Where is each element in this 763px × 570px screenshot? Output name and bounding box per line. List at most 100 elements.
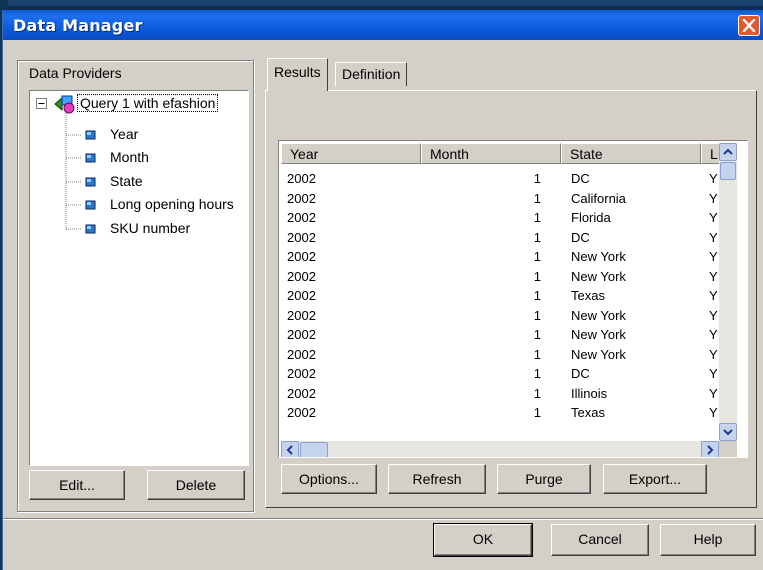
vertical-scroll-thumb[interactable] [720, 162, 736, 180]
table-cell: DC [571, 229, 590, 245]
tree-item-month[interactable]: Month [110, 149, 149, 165]
delete-button-label: Delete [175, 477, 217, 493]
table-cell: 1 [533, 190, 541, 206]
export-button[interactable]: Export... [603, 464, 707, 494]
scroll-left-button[interactable] [281, 441, 299, 457]
table-cell: Y [709, 268, 718, 284]
table-cell: Florida [571, 210, 611, 225]
column-header-month[interactable]: Month [421, 143, 561, 164]
table-cell: New York [571, 249, 626, 264]
table-cell: Y [709, 288, 718, 303]
ok-button[interactable]: OK [433, 523, 533, 557]
table-row[interactable]: 2002 1 Texas Y [279, 405, 719, 424]
scroll-up-button[interactable] [719, 143, 737, 161]
tree-item-year[interactable]: Year [110, 126, 138, 142]
delete-button[interactable]: Delete [147, 470, 245, 500]
column-header-year[interactable]: Year [281, 143, 421, 164]
help-button[interactable]: Help [660, 524, 756, 556]
dimension-icon [85, 130, 96, 140]
table-cell: 2002 [287, 346, 316, 362]
column-header-month-label: Month [430, 146, 469, 162]
tree-item-sku-number[interactable]: SKU number [110, 220, 190, 236]
dimension-icon [85, 200, 96, 210]
table-row[interactable]: 2002 1 New York Y [279, 347, 719, 366]
table-cell: 1 [533, 210, 541, 225]
table-cell: Y [709, 366, 718, 381]
scroll-right-button[interactable] [701, 441, 719, 457]
table-cell: Texas [571, 405, 605, 420]
providers-tree[interactable]: Query 1 with efashion Year Month State L… [29, 90, 249, 466]
tree-item-state[interactable]: State [110, 173, 143, 189]
table-cell: 2002 [287, 405, 316, 420]
dimension-icon [85, 177, 96, 187]
table-row[interactable]: 2002 1 California Y [279, 191, 719, 210]
table-cell: Y [709, 210, 718, 225]
table-cell: New York [571, 346, 626, 362]
query-node-label: Query 1 with efashion [77, 94, 219, 112]
table-cell: 2002 [287, 249, 316, 264]
column-header-state[interactable]: State [561, 143, 701, 164]
table-cell: 2002 [287, 288, 316, 303]
table-cell: 1 [533, 249, 541, 264]
options-button[interactable]: Options... [281, 464, 377, 494]
dimension-icon [85, 224, 96, 234]
tab-results[interactable]: Results [267, 58, 328, 91]
table-cell: 2002 [287, 366, 316, 381]
tab-definition[interactable]: Definition [335, 62, 408, 86]
table-cell: 1 [533, 327, 541, 342]
desktop-top-edge [0, 0, 763, 6]
vertical-scrollbar[interactable] [719, 143, 737, 441]
table-row[interactable]: 2002 1 Florida Y [279, 210, 719, 229]
table-cell: 1 [533, 366, 541, 381]
arrow-down-icon [723, 429, 733, 436]
window-title: Data Manager [13, 16, 143, 35]
table-cell: 2002 [287, 171, 316, 186]
scroll-down-button[interactable] [719, 423, 737, 441]
ok-button-label: OK [472, 531, 494, 547]
table-cell: 2002 [287, 229, 316, 245]
table-cell: Y [709, 307, 718, 323]
table-cell: New York [571, 307, 626, 323]
table-cell: New York [571, 268, 626, 284]
table-cell: 1 [533, 405, 541, 420]
query-universe-icon [54, 95, 75, 114]
table-row[interactable]: 2002 1 DC Y [279, 366, 719, 385]
table-row[interactable]: 2002 1 New York Y [279, 308, 719, 327]
close-button[interactable] [738, 15, 760, 36]
table-cell: 2002 [287, 268, 316, 284]
table-cell: DC [571, 171, 590, 186]
tab-definition-label: Definition [342, 66, 401, 82]
close-icon [742, 19, 756, 32]
table-row[interactable]: 2002 1 New York Y [279, 327, 719, 346]
table-cell: 2002 [287, 210, 316, 225]
table-row[interactable]: 2002 1 Texas Y [279, 288, 719, 307]
table-row[interactable]: 2002 1 DC Y [279, 171, 719, 190]
table-row[interactable]: 2002 1 DC Y [279, 230, 719, 249]
help-button-label: Help [693, 531, 723, 547]
title-bar[interactable]: Data Manager [3, 10, 763, 40]
table-cell: Texas [571, 288, 605, 303]
horizontal-scroll-thumb[interactable] [300, 442, 328, 457]
table-cell: Y [709, 346, 718, 362]
horizontal-scrollbar[interactable] [281, 441, 719, 457]
table-cell: 1 [533, 346, 541, 362]
edit-button[interactable]: Edit... [29, 470, 125, 500]
refresh-button[interactable]: Refresh [388, 464, 486, 494]
scroll-corner [719, 441, 737, 457]
edit-button-label: Edit... [59, 477, 95, 493]
query-node[interactable]: Query 1 with efashion [77, 94, 219, 112]
table-cell: Illinois [571, 385, 608, 401]
cancel-button[interactable]: Cancel [551, 524, 649, 556]
column-header-l-label: L [710, 146, 718, 162]
table-row[interactable]: 2002 1 New York Y [279, 249, 719, 268]
table-cell: Y [709, 171, 718, 186]
table-row[interactable]: 2002 1 Illinois Y [279, 386, 719, 405]
table-row[interactable]: 2002 1 New York Y [279, 269, 719, 288]
cancel-button-label: Cancel [578, 531, 622, 547]
results-grid[interactable]: Year Month State L 2002 1 DC Y 2002 1 Californ… [278, 140, 748, 458]
column-header-year-label: Year [290, 146, 319, 162]
arrow-left-icon [286, 445, 293, 455]
table-cell: DC [571, 366, 590, 381]
tree-item-long-opening-hours[interactable]: Long opening hours [110, 196, 234, 212]
purge-button[interactable]: Purge [497, 464, 591, 494]
